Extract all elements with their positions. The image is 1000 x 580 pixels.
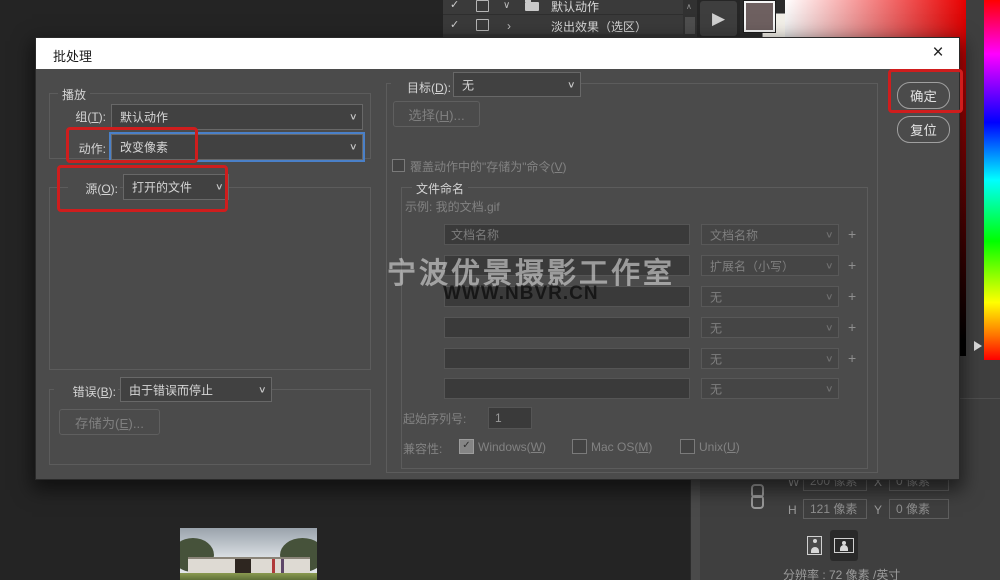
- override-save-as-checkbox[interactable]: [392, 159, 405, 172]
- naming-option-dropdown-1[interactable]: 文档名称 ∨: [701, 224, 839, 245]
- chevron-down-icon: ∨: [825, 229, 834, 240]
- save-as-button[interactable]: 存储为(E)...: [59, 409, 160, 435]
- actions-panel: ✓ ∨ 默认动作 ✓ › 淡出效果（选区） ∧: [443, 0, 697, 37]
- destination-dropdown-value: 无: [462, 76, 474, 93]
- chevron-down-icon: ∨: [825, 291, 834, 302]
- windows-label: Windows(W): [478, 440, 546, 454]
- naming-field-6[interactable]: [444, 378, 690, 399]
- action-enabled-check-icon[interactable]: ✓: [450, 18, 459, 31]
- dialog-toggle-icon[interactable]: [476, 0, 489, 12]
- chevron-down-icon: ∨: [258, 384, 267, 395]
- document-canvas-image: [180, 528, 317, 580]
- resolution-readout: 分辨率 : 72 像素 /英寸: [783, 566, 973, 580]
- actions-scrollbar[interactable]: ∧: [683, 0, 697, 37]
- macos-label: Mac OS(M): [591, 440, 652, 454]
- height-label: H: [788, 503, 797, 517]
- error-label: 错误(B):: [54, 382, 118, 401]
- error-dropdown[interactable]: 由于错误而停止 ∨: [120, 377, 272, 402]
- naming-option-value: 扩展名（小写）: [710, 257, 794, 274]
- unix-checkbox[interactable]: [680, 439, 695, 454]
- naming-example: 示例: 我的文档.gif: [405, 198, 500, 215]
- y-label: Y: [874, 503, 882, 517]
- chevron-down-icon: ∨: [349, 142, 358, 153]
- watermark-url-text: WWW.NBVR.CN: [443, 283, 599, 305]
- source-group: [49, 187, 371, 370]
- file-naming-legend: 文件命名: [412, 180, 468, 197]
- unix-label: Unix(U): [699, 440, 740, 454]
- scrollbar-thumb[interactable]: [685, 17, 695, 34]
- naming-option-value: 无: [710, 380, 722, 397]
- color-swatch-zone: [740, 0, 785, 37]
- chevron-down-icon: ∨: [825, 260, 834, 271]
- landscape-orientation-button[interactable]: [830, 530, 858, 561]
- naming-field-1[interactable]: [444, 224, 690, 245]
- naming-option-value: 无: [710, 319, 722, 336]
- serial-number-input[interactable]: [488, 407, 532, 429]
- error-dropdown-value: 由于错误而停止: [129, 381, 213, 398]
- chevron-down-icon: ∨: [567, 79, 576, 90]
- add-naming-token-icon[interactable]: +: [848, 350, 856, 366]
- naming-option-value: 无: [710, 350, 722, 367]
- annotation-box-action: [66, 127, 198, 163]
- foreground-color-swatch[interactable]: [744, 1, 775, 32]
- add-naming-token-icon[interactable]: +: [848, 257, 856, 273]
- choose-button[interactable]: 选择(H)...: [393, 101, 480, 127]
- scroll-up-icon[interactable]: ∧: [686, 2, 692, 11]
- height-field[interactable]: 121 像素: [803, 499, 867, 519]
- destination-dropdown[interactable]: 无 ∨: [453, 72, 581, 97]
- action-name-label[interactable]: 淡出效果（选区）: [551, 18, 647, 35]
- annotation-box-ok: [888, 69, 963, 113]
- naming-field-5[interactable]: [444, 348, 690, 369]
- annotation-box-source: [57, 165, 228, 212]
- add-naming-token-icon[interactable]: +: [848, 226, 856, 242]
- chevron-down-icon: ∨: [825, 353, 834, 364]
- expander-closed-icon[interactable]: ›: [507, 19, 511, 33]
- dialog-toggle-icon[interactable]: [476, 19, 489, 31]
- chevron-down-icon: ∨: [349, 112, 358, 123]
- action-row-fade-effect[interactable]: ✓ › 淡出效果（选区）: [443, 15, 683, 30]
- macos-checkbox[interactable]: [572, 439, 587, 454]
- naming-option-dropdown-6[interactable]: 无 ∨: [701, 378, 839, 399]
- destination-label: 目标(D):: [391, 78, 453, 97]
- naming-option-dropdown-2[interactable]: 扩展名（小写） ∨: [701, 255, 839, 276]
- naming-option-dropdown-4[interactable]: 无 ∨: [701, 317, 839, 338]
- action-enabled-check-icon[interactable]: ✓: [450, 0, 459, 11]
- windows-checkbox[interactable]: ✓: [459, 439, 474, 454]
- action-set-label[interactable]: 默认动作: [551, 0, 599, 15]
- close-icon[interactable]: ×: [926, 41, 950, 65]
- action-row-default-actions[interactable]: ✓ ∨ 默认动作: [443, 0, 683, 9]
- photoshop-workspace: ✓ ∨ 默认动作 ✓ › 淡出效果（选区） ∧ ▶ W 200 像素 X 0 像…: [0, 0, 1000, 580]
- override-save-as-label: 覆盖动作中的"存储为"命令(V): [410, 158, 567, 175]
- expander-open-icon[interactable]: ∨: [503, 0, 510, 11]
- reset-button[interactable]: 复位: [897, 116, 950, 143]
- naming-option-dropdown-3[interactable]: 无 ∨: [701, 286, 839, 307]
- hue-slider-marker-icon[interactable]: [974, 341, 982, 351]
- actions-toolbar: ▶: [697, 0, 740, 37]
- landscape-icon: [834, 538, 854, 553]
- y-field[interactable]: 0 像素: [889, 499, 949, 519]
- add-naming-token-icon[interactable]: +: [848, 288, 856, 304]
- set-dropdown-value: 默认动作: [120, 109, 168, 126]
- play-group-legend: 播放: [58, 86, 90, 103]
- naming-option-value: 无: [710, 288, 722, 305]
- dialog-title: 批处理: [53, 46, 92, 65]
- add-naming-token-icon[interactable]: +: [848, 319, 856, 335]
- naming-field-4[interactable]: [444, 317, 690, 338]
- naming-option-value: 文档名称: [710, 226, 758, 243]
- chevron-down-icon: ∨: [825, 322, 834, 333]
- portrait-icon: [807, 536, 822, 555]
- chevron-down-icon: ∨: [825, 383, 834, 394]
- compatibility-label: 兼容性:: [403, 440, 442, 457]
- set-label: 组(T):: [49, 108, 106, 125]
- hue-slider[interactable]: [984, 0, 1000, 360]
- serial-number-label: 起始序列号:: [403, 410, 466, 427]
- portrait-orientation-button[interactable]: [801, 530, 829, 561]
- link-dimensions-icon[interactable]: [751, 484, 764, 509]
- dialog-titlebar[interactable]: 批处理 ×: [36, 38, 959, 69]
- folder-icon: [525, 2, 539, 11]
- naming-option-dropdown-5[interactable]: 无 ∨: [701, 348, 839, 369]
- play-action-button[interactable]: ▶: [700, 1, 737, 36]
